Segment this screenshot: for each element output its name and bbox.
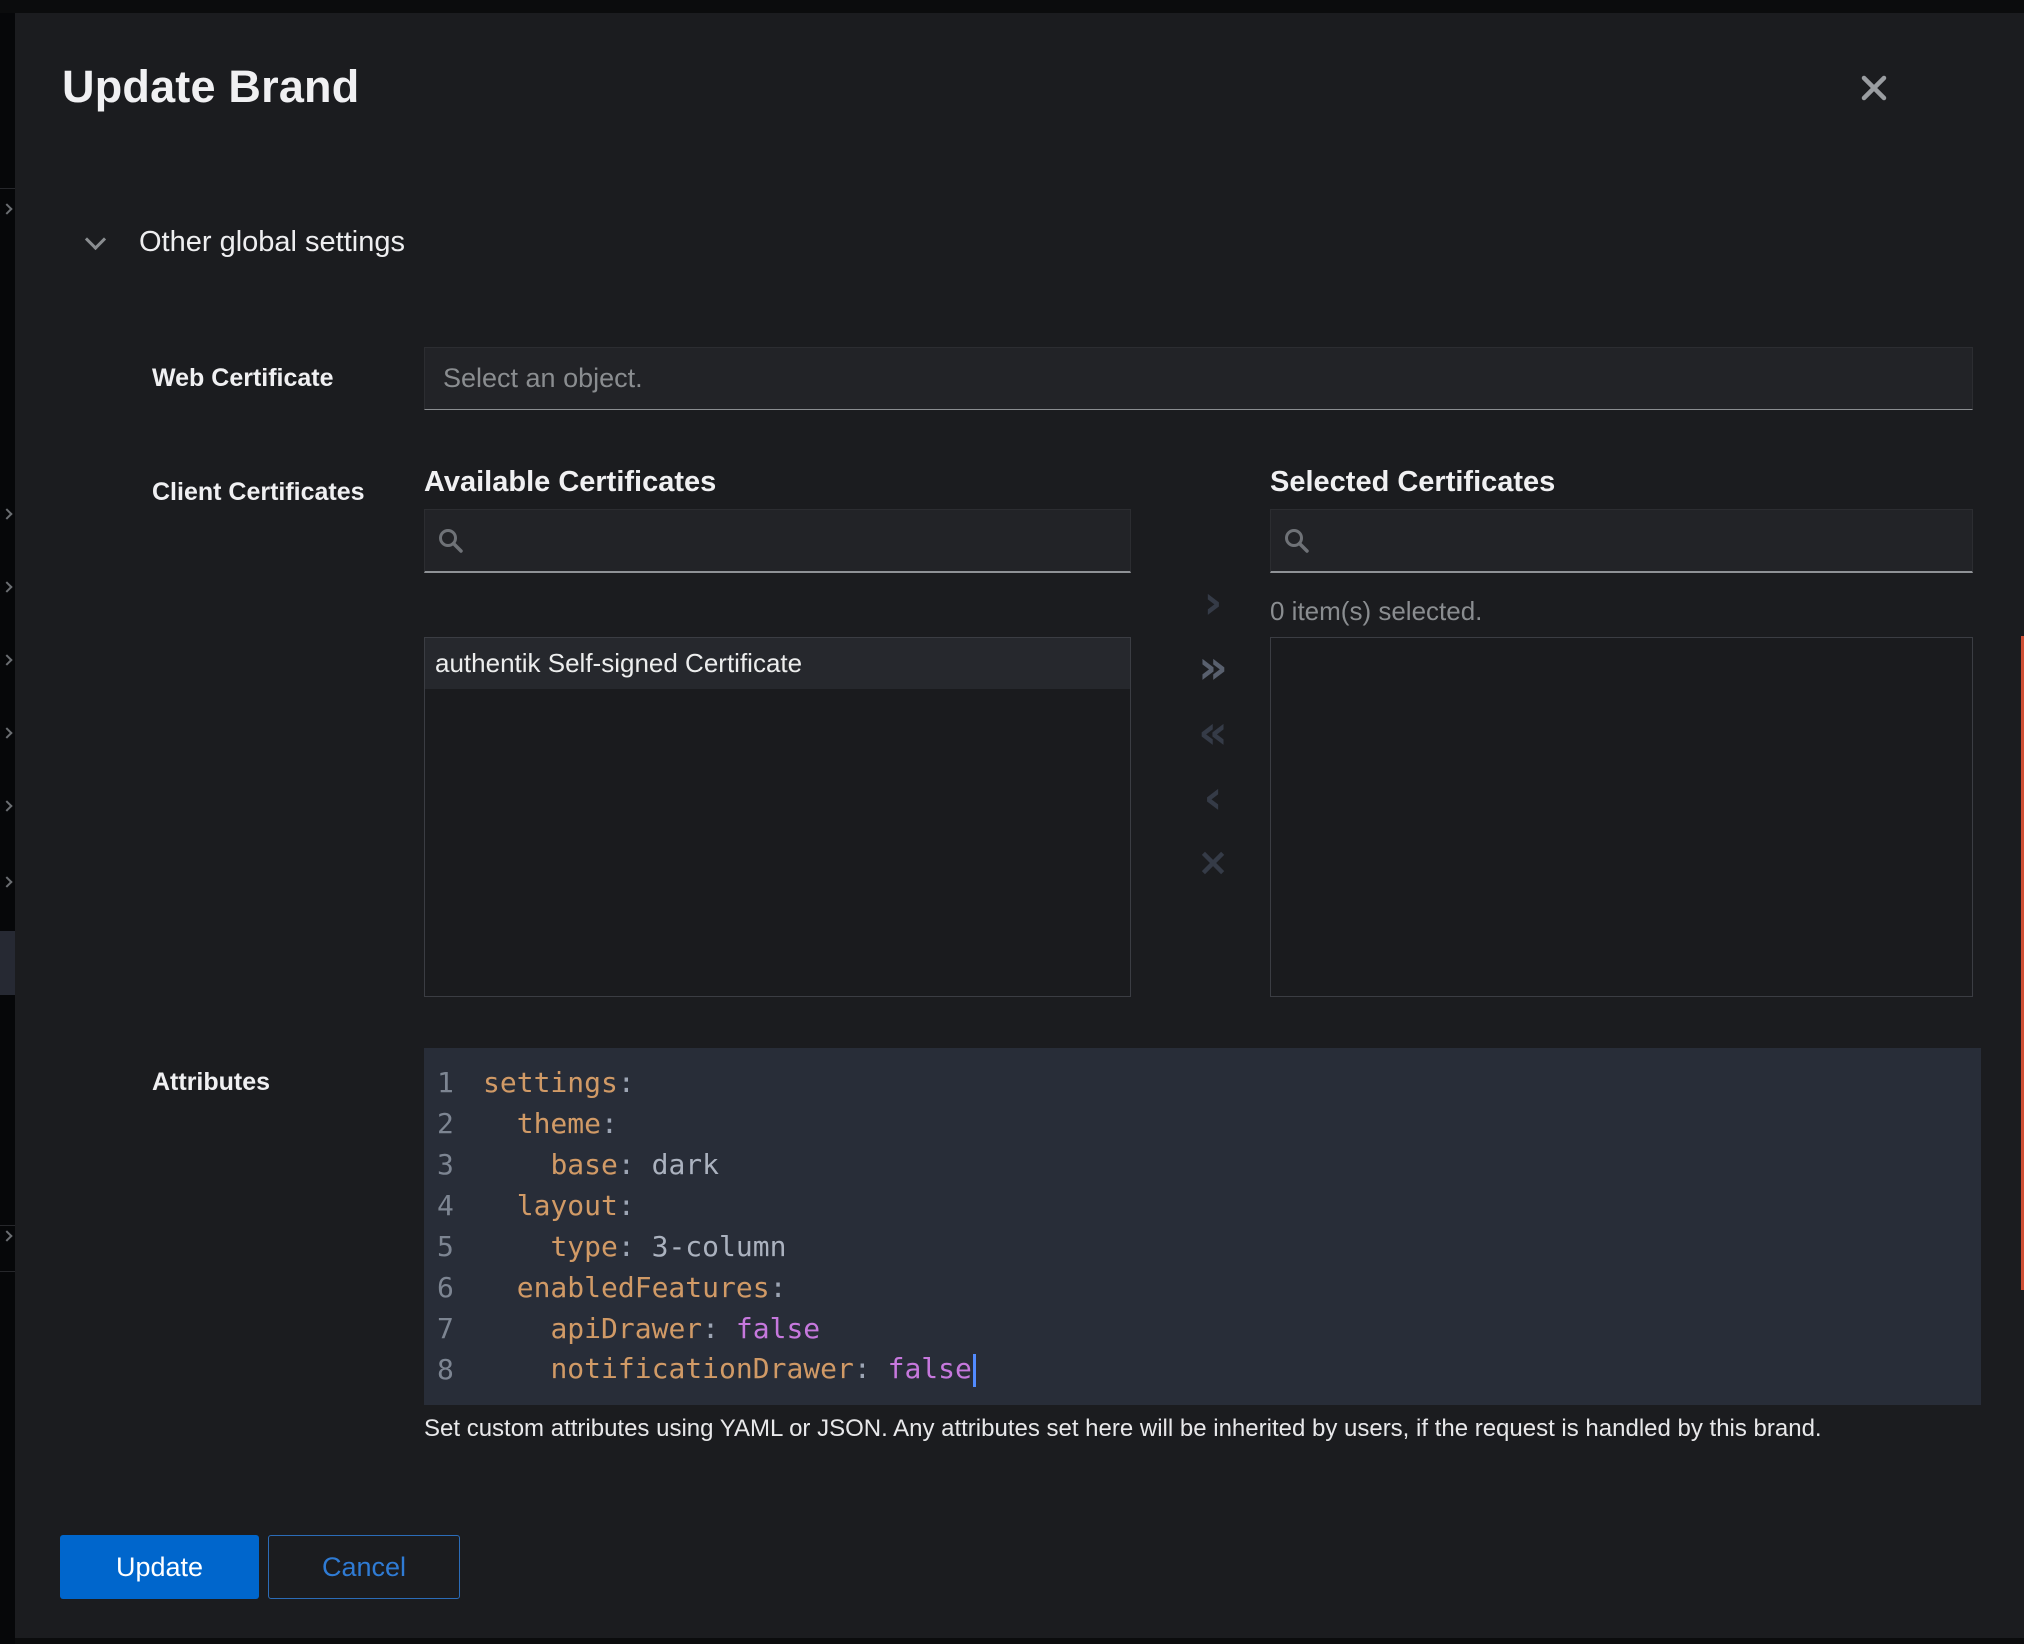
sidebar-divider [0, 188, 15, 189]
selected-certificates-listbox[interactable] [1270, 637, 1973, 997]
sidebar-chevron-icon [1, 654, 12, 665]
screen: Update Brand Other global settings Web C… [0, 0, 2024, 1644]
sidebar-divider [0, 1225, 15, 1226]
remove-selected-button[interactable]: ‹ [1189, 773, 1237, 821]
available-certificates-search[interactable] [424, 509, 1131, 573]
line-number: 8 [437, 1353, 459, 1386]
sidebar-chevron-icon [1, 727, 12, 738]
attributes-code: 1settings:2 theme:3 base: dark4 layout:5… [437, 1062, 1981, 1390]
angle-right-icon: › [1204, 579, 1223, 625]
transfer-controls: › » « ‹ × [1176, 578, 1250, 886]
collapsed-sidebar[interactable] [0, 13, 15, 1644]
modal-title: Update Brand [62, 61, 359, 113]
sidebar-chevron-icon [1, 1230, 12, 1241]
clear-selection-button[interactable]: × [1189, 838, 1237, 886]
update-button[interactable]: Update [60, 1535, 259, 1599]
chevron-down-icon [85, 229, 106, 250]
cancel-button[interactable]: Cancel [268, 1535, 460, 1599]
update-brand-modal: Update Brand Other global settings Web C… [15, 13, 2024, 1638]
add-all-button[interactable]: » [1189, 643, 1237, 691]
angle-left-icon: ‹ [1204, 774, 1223, 820]
close-button[interactable] [1850, 65, 1898, 113]
sidebar-chevron-icon [1, 508, 12, 519]
line-number: 1 [437, 1066, 459, 1099]
search-icon [437, 527, 465, 555]
web-certificate-label: Web Certificate [152, 364, 334, 393]
available-certificates-heading: Available Certificates [424, 466, 716, 499]
line-number: 7 [437, 1312, 459, 1345]
attributes-editor[interactable]: 1settings:2 theme:3 base: dark4 layout:5… [424, 1048, 1981, 1405]
sidebar-chevron-icon [1, 876, 12, 887]
web-certificate-input[interactable] [424, 347, 1973, 410]
selected-count-status: 0 item(s) selected. [1270, 596, 1482, 627]
angle-double-right-icon: » [1198, 644, 1228, 690]
attributes-help-text: Set custom attributes using YAML or JSON… [424, 1415, 1822, 1443]
sidebar-chevron-icon [1, 800, 12, 811]
line-number: 5 [437, 1230, 459, 1263]
line-number: 4 [437, 1189, 459, 1222]
remove-all-button[interactable]: « [1189, 708, 1237, 756]
sidebar-chevron-icon [1, 581, 12, 592]
sidebar-active-item-indicator [0, 931, 15, 995]
section-toggle-other-global-settings[interactable]: Other global settings [88, 226, 405, 259]
certificate-option[interactable]: authentik Self-signed Certificate [425, 638, 1130, 689]
client-certificates-label: Client Certificates [152, 478, 365, 507]
line-number: 3 [437, 1148, 459, 1181]
selected-certificates-search-input[interactable] [1321, 525, 1960, 556]
x-icon: × [1197, 843, 1229, 881]
add-selected-button[interactable]: › [1189, 578, 1237, 626]
close-icon [1860, 74, 1888, 105]
line-number: 2 [437, 1107, 459, 1140]
line-number: 6 [437, 1271, 459, 1304]
text-cursor [973, 1354, 976, 1387]
search-icon [1283, 527, 1311, 555]
selected-certificates-heading: Selected Certificates [1270, 466, 1555, 499]
sidebar-divider [0, 1271, 15, 1272]
attributes-label: Attributes [152, 1068, 270, 1097]
sidebar-chevron-icon [1, 203, 12, 214]
angle-double-left-icon: « [1198, 709, 1228, 755]
section-toggle-label: Other global settings [139, 226, 405, 259]
selected-certificates-search[interactable] [1270, 509, 1973, 573]
available-certificates-listbox[interactable]: authentik Self-signed Certificate [424, 637, 1131, 997]
available-certificates-search-input[interactable] [475, 525, 1118, 556]
